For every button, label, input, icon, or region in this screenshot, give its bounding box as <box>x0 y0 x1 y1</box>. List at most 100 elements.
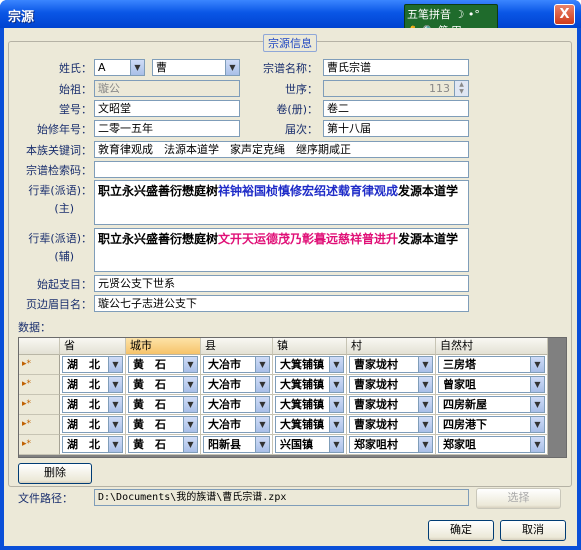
table-row[interactable]: ▸* 湖 北 ▼ 黄 石 ▼ 大冶市 ▼ 大箕铺镇 ▼ 曹家垅村 ▼ 三房塔 ▼ <box>19 355 548 375</box>
chevron-down-icon[interactable]: ▼ <box>255 397 269 412</box>
chevron-down-icon[interactable]: ▼ <box>108 397 122 412</box>
chevron-down-icon[interactable]: ▼ <box>530 417 544 432</box>
ime-mode-label[interactable]: 五笔拼音 <box>407 8 451 21</box>
filepath-field[interactable]: D:\Documents\我的族谱\曹氏宗谱.zpx <box>94 489 469 506</box>
edition-field[interactable]: 第十八届 <box>323 120 469 137</box>
chevron-down-icon[interactable]: ▼ <box>329 417 343 432</box>
village-combo[interactable]: 曹家垅村 ▼ <box>349 376 433 393</box>
cell-county[interactable]: 大冶市 ▼ <box>201 375 273 395</box>
chevron-down-icon[interactable]: ▼ <box>418 357 432 372</box>
cell-hamlet[interactable]: 郑家咀 ▼ <box>436 435 548 455</box>
cancel-button[interactable]: 取消 <box>500 520 566 541</box>
hamlet-combo[interactable]: 曾家咀 ▼ <box>438 376 545 393</box>
genealogy-name-field[interactable]: 曹氏宗谱 <box>323 59 469 76</box>
column-header-county[interactable]: 县 <box>201 338 273 355</box>
column-header-city[interactable]: 城市 <box>126 338 201 355</box>
county-combo[interactable]: 大冶市 ▼ <box>203 356 270 373</box>
chevron-down-icon[interactable]: ▼ <box>255 357 269 372</box>
cell-town[interactable]: 大箕铺镇 ▼ <box>273 375 347 395</box>
spin-arrows-icon[interactable]: ▲ ▼ <box>454 81 468 96</box>
town-combo[interactable]: 大箕铺镇 ▼ <box>275 376 344 393</box>
chevron-down-icon[interactable]: ▼ <box>329 397 343 412</box>
cell-province[interactable]: 湖 北 ▼ <box>60 375 126 395</box>
chevron-down-icon[interactable]: ▼ <box>530 377 544 392</box>
keywords-field[interactable]: 敦育律观成 法源本道学 家声定克绳 继序期咸正 <box>94 141 469 158</box>
province-combo[interactable]: 湖 北 ▼ <box>62 356 123 373</box>
chevron-down-icon[interactable]: ▼ <box>418 377 432 392</box>
location-grid[interactable]: 省 城市 县 镇 村 自然村 ▸* 湖 北 ▼ 黄 石 ▼ 大冶市 ▼ 大箕铺镇 ▼ 曹家垅村 ▼ 三… <box>18 337 567 458</box>
row-header[interactable]: ▸* <box>19 375 60 395</box>
chevron-down-icon[interactable]: ▼ <box>130 60 144 75</box>
chevron-down-icon[interactable]: ▼ <box>183 397 197 412</box>
cell-village[interactable]: 曹家垅村 ▼ <box>347 355 436 375</box>
ancestor-field[interactable]: 璇公 <box>94 80 240 97</box>
cell-province[interactable]: 湖 北 ▼ <box>60 355 126 375</box>
cell-village[interactable]: 曹家垅村 ▼ <box>347 415 436 435</box>
chevron-down-icon[interactable]: ▼ <box>418 437 432 452</box>
cell-village[interactable]: 曹家垅村 ▼ <box>347 375 436 395</box>
cell-hamlet[interactable]: 三房塔 ▼ <box>436 355 548 375</box>
city-combo[interactable]: 黄 石 ▼ <box>128 356 198 373</box>
cell-county[interactable]: 阳新县 ▼ <box>201 435 273 455</box>
cell-city[interactable]: 黄 石 ▼ <box>126 415 201 435</box>
chevron-down-icon[interactable]: ▼ <box>255 377 269 392</box>
page-header-field[interactable]: 璇公七子志进公支下 <box>94 295 469 312</box>
hall-field[interactable]: 文昭堂 <box>94 100 240 117</box>
generation-aux-field[interactable]: 职立永兴盛善衍懋庭树文开天运德茂乃彰暮远慈祥普进升发源本道学 <box>94 228 469 272</box>
column-header-village[interactable]: 村 <box>347 338 436 355</box>
hamlet-combo[interactable]: 三房塔 ▼ <box>438 356 545 373</box>
hamlet-combo[interactable]: 郑家咀 ▼ <box>438 436 545 453</box>
browse-button[interactable]: 选择 <box>476 488 561 509</box>
first-year-field[interactable]: 二零一五年 <box>94 120 240 137</box>
village-combo[interactable]: 曹家垅村 ▼ <box>349 356 433 373</box>
chevron-down-icon[interactable]: ▼ <box>183 377 197 392</box>
city-combo[interactable]: 黄 石 ▼ <box>128 416 198 433</box>
table-row[interactable]: ▸* 湖 北 ▼ 黄 石 ▼ 大冶市 ▼ 大箕铺镇 ▼ 曹家垅村 ▼ 四房新屋 ▼ <box>19 395 548 415</box>
table-row[interactable]: ▸* 湖 北 ▼ 黄 石 ▼ 阳新县 ▼ 兴国镇 ▼ 郑家咀村 ▼ 郑家咀 ▼ <box>19 435 548 455</box>
cell-hamlet[interactable]: 曾家咀 ▼ <box>436 375 548 395</box>
row-header[interactable]: ▸* <box>19 415 60 435</box>
town-combo[interactable]: 大箕铺镇 ▼ <box>275 356 344 373</box>
province-combo[interactable]: 湖 北 ▼ <box>62 436 123 453</box>
cell-village[interactable]: 郑家咀村 ▼ <box>347 435 436 455</box>
cell-hamlet[interactable]: 四房新屋 ▼ <box>436 395 548 415</box>
origin-branch-field[interactable]: 元贤公支下世系 <box>94 275 469 292</box>
city-combo[interactable]: 黄 石 ▼ <box>128 396 198 413</box>
row-header[interactable]: ▸* <box>19 435 60 455</box>
hamlet-combo[interactable]: 四房港下 ▼ <box>438 416 545 433</box>
chevron-down-icon[interactable]: ▼ <box>329 377 343 392</box>
chevron-down-icon[interactable]: ▼ <box>255 417 269 432</box>
cell-city[interactable]: 黄 石 ▼ <box>126 395 201 415</box>
delete-button[interactable]: 删除 <box>18 463 92 484</box>
cell-province[interactable]: 湖 北 ▼ <box>60 395 126 415</box>
ime-moon-icon[interactable]: ☽ •° <box>455 8 480 21</box>
column-header-province[interactable]: 省 <box>60 338 126 355</box>
village-combo[interactable]: 曹家垅村 ▼ <box>349 416 433 433</box>
cell-town[interactable]: 大箕铺镇 ▼ <box>273 355 347 375</box>
cell-province[interactable]: 湖 北 ▼ <box>60 415 126 435</box>
chevron-down-icon[interactable]: ▼ <box>418 417 432 432</box>
town-combo[interactable]: 大箕铺镇 ▼ <box>275 416 344 433</box>
province-combo[interactable]: 湖 北 ▼ <box>62 416 123 433</box>
chevron-down-icon[interactable]: ▼ <box>530 437 544 452</box>
cell-village[interactable]: 曹家垅村 ▼ <box>347 395 436 415</box>
cell-county[interactable]: 大冶市 ▼ <box>201 415 273 435</box>
town-combo[interactable]: 兴国镇 ▼ <box>275 436 344 453</box>
chevron-down-icon[interactable]: ▼ <box>255 437 269 452</box>
cell-town[interactable]: 兴国镇 ▼ <box>273 435 347 455</box>
row-header[interactable]: ▸* <box>19 395 60 415</box>
column-header-hamlet[interactable]: 自然村 <box>436 338 548 355</box>
cell-city[interactable]: 黄 石 ▼ <box>126 435 201 455</box>
cell-city[interactable]: 黄 石 ▼ <box>126 375 201 395</box>
ok-button[interactable]: 确定 <box>428 520 494 541</box>
chevron-down-icon[interactable]: ▼ <box>183 357 197 372</box>
county-combo[interactable]: 大冶市 ▼ <box>203 396 270 413</box>
cell-county[interactable]: 大冶市 ▼ <box>201 395 273 415</box>
chevron-down-icon[interactable]: ▼ <box>225 60 239 75</box>
province-combo[interactable]: 湖 北 ▼ <box>62 376 123 393</box>
chevron-down-icon[interactable]: ▼ <box>108 377 122 392</box>
village-combo[interactable]: 曹家垅村 ▼ <box>349 396 433 413</box>
search-code-field[interactable] <box>94 161 469 178</box>
surname-letter-combo[interactable]: A ▼ <box>94 59 145 76</box>
row-header[interactable]: ▸* <box>19 355 60 375</box>
